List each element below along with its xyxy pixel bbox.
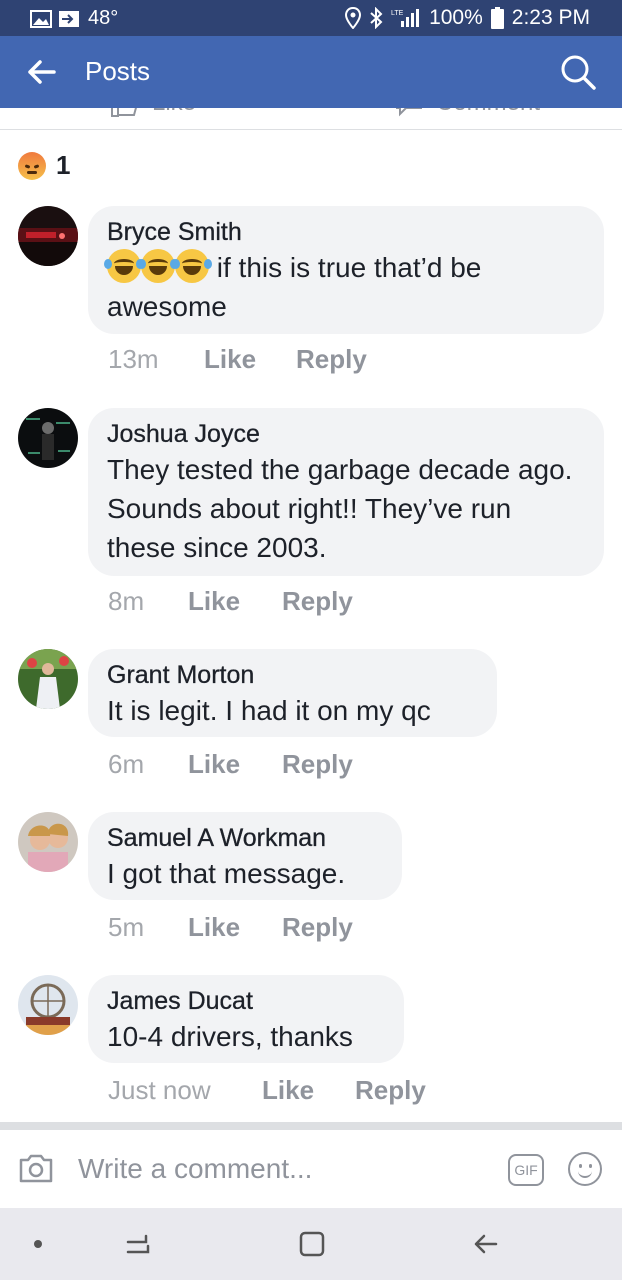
- image-icon: [30, 9, 52, 28]
- comment-reply-button[interactable]: Reply: [282, 749, 353, 780]
- laughing-tears-emoji-icon: [104, 249, 144, 283]
- comment-meta: 13m Like Reply: [108, 344, 367, 375]
- comment-author[interactable]: Grant Morton: [107, 659, 479, 691]
- comment-author[interactable]: Bryce Smith: [107, 216, 586, 248]
- recent-apps-icon: [126, 1234, 150, 1254]
- reaction-count: 1: [56, 150, 71, 180]
- comment-time: Just now: [108, 1075, 211, 1105]
- camera-button[interactable]: [18, 1152, 54, 1184]
- comment-body: It is legit. I had it on my qc: [107, 695, 431, 726]
- comment-bubble[interactable]: James Ducat 10-4 drivers, thanks: [88, 975, 404, 1063]
- reaction-summary[interactable]: 1: [18, 150, 70, 181]
- nav-dot-indicator: [34, 1240, 42, 1248]
- page-title: Posts: [85, 56, 151, 86]
- location-icon: [345, 7, 362, 29]
- avatar[interactable]: [18, 649, 78, 709]
- camera-icon: [19, 1154, 53, 1183]
- comment-meta: Just now Like Reply: [108, 1075, 426, 1106]
- comment-author[interactable]: Joshua Joyce: [107, 418, 586, 450]
- search-button[interactable]: [558, 52, 598, 92]
- post-comment-label: Comment: [436, 108, 540, 117]
- comment-time: 8m: [108, 586, 145, 616]
- comment-reply-button[interactable]: Reply: [282, 912, 353, 943]
- comment-time: 13m: [108, 344, 159, 374]
- comment-like-button[interactable]: Like: [188, 586, 282, 617]
- comment-time: 5m: [108, 912, 145, 942]
- comment-bubble[interactable]: Samuel A Workman I got that message.: [88, 812, 402, 900]
- thumbs-up-icon: [111, 108, 137, 117]
- comment-meta: 6m Like Reply: [108, 749, 353, 780]
- sticker-smiley-icon[interactable]: [568, 1152, 602, 1186]
- temperature: 48°: [88, 7, 119, 29]
- comment-body: I got that message.: [107, 858, 346, 889]
- cast-icon: [59, 10, 79, 27]
- gif-button[interactable]: GIF: [508, 1154, 544, 1186]
- home-icon: [299, 1231, 325, 1257]
- back-arrow-icon: [28, 60, 56, 84]
- home-button[interactable]: [296, 1228, 328, 1260]
- comment-like-button[interactable]: Like: [188, 912, 282, 943]
- battery-level: 100%: [429, 6, 483, 29]
- avatar[interactable]: [18, 408, 78, 468]
- comment-text: if this is true that’d be awesome: [104, 248, 586, 326]
- comment-bubble[interactable]: Grant Morton It is legit. I had it on my…: [88, 649, 497, 737]
- app-header: Posts: [0, 36, 622, 108]
- comment-reply-button[interactable]: Reply: [282, 586, 353, 617]
- comment-body: They tested the garbage decade ago. Soun…: [107, 454, 573, 563]
- comment-author[interactable]: Samuel A Workman: [107, 822, 384, 854]
- comment-reply-button[interactable]: Reply: [355, 1075, 426, 1106]
- avatar[interactable]: [18, 975, 78, 1035]
- comment-author[interactable]: James Ducat: [107, 985, 386, 1017]
- lte-signal-icon: LTE: [391, 9, 420, 27]
- post-like-label: Like: [152, 108, 196, 117]
- laughing-tears-emoji-icon: [138, 249, 178, 283]
- comment-body: 10-4 drivers, thanks: [107, 1021, 353, 1052]
- post-like-button[interactable]: Like: [110, 108, 196, 118]
- laughing-tears-emoji-icon: [172, 249, 212, 283]
- battery-icon: [490, 7, 504, 29]
- comment-like-button[interactable]: Like: [262, 1075, 355, 1106]
- status-bar: 48° LTE 100% 2:23 PM: [0, 0, 622, 36]
- system-nav-bar: [0, 1208, 622, 1280]
- avatar[interactable]: [18, 812, 78, 872]
- comment-meta: 5m Like Reply: [108, 912, 353, 943]
- clock: 2:23 PM: [511, 6, 590, 29]
- comment-icon: [396, 108, 422, 117]
- comment-like-button[interactable]: Like: [204, 344, 296, 375]
- comment-bubble[interactable]: Bryce Smith if this is true that’d be aw…: [88, 206, 604, 334]
- post-comment-button[interactable]: Comment: [394, 108, 540, 118]
- search-icon: [561, 55, 596, 90]
- app-screen: 48° LTE 100% 2:23 PM Posts Like Comment: [0, 0, 622, 1280]
- comment-meta: 8m Like Reply: [108, 586, 353, 617]
- system-back-icon: [474, 1234, 498, 1254]
- avatar[interactable]: [18, 206, 78, 266]
- bluetooth-icon: [370, 7, 383, 29]
- comment-bubble[interactable]: Joshua Joyce They tested the garbage dec…: [88, 408, 604, 576]
- svg-text:LTE: LTE: [391, 10, 404, 17]
- composer-divider: [0, 1122, 622, 1130]
- comment-composer: GIF: [0, 1130, 622, 1208]
- comment-input[interactable]: [78, 1148, 478, 1190]
- angry-reaction-icon: [18, 151, 46, 180]
- back-button[interactable]: [22, 54, 62, 90]
- comment-like-button[interactable]: Like: [188, 749, 282, 780]
- recent-apps-button[interactable]: [122, 1228, 154, 1260]
- system-back-button[interactable]: [470, 1228, 502, 1260]
- comment-reply-button[interactable]: Reply: [296, 344, 367, 375]
- comment-time: 6m: [108, 749, 145, 779]
- post-action-row: Like Comment: [0, 108, 622, 130]
